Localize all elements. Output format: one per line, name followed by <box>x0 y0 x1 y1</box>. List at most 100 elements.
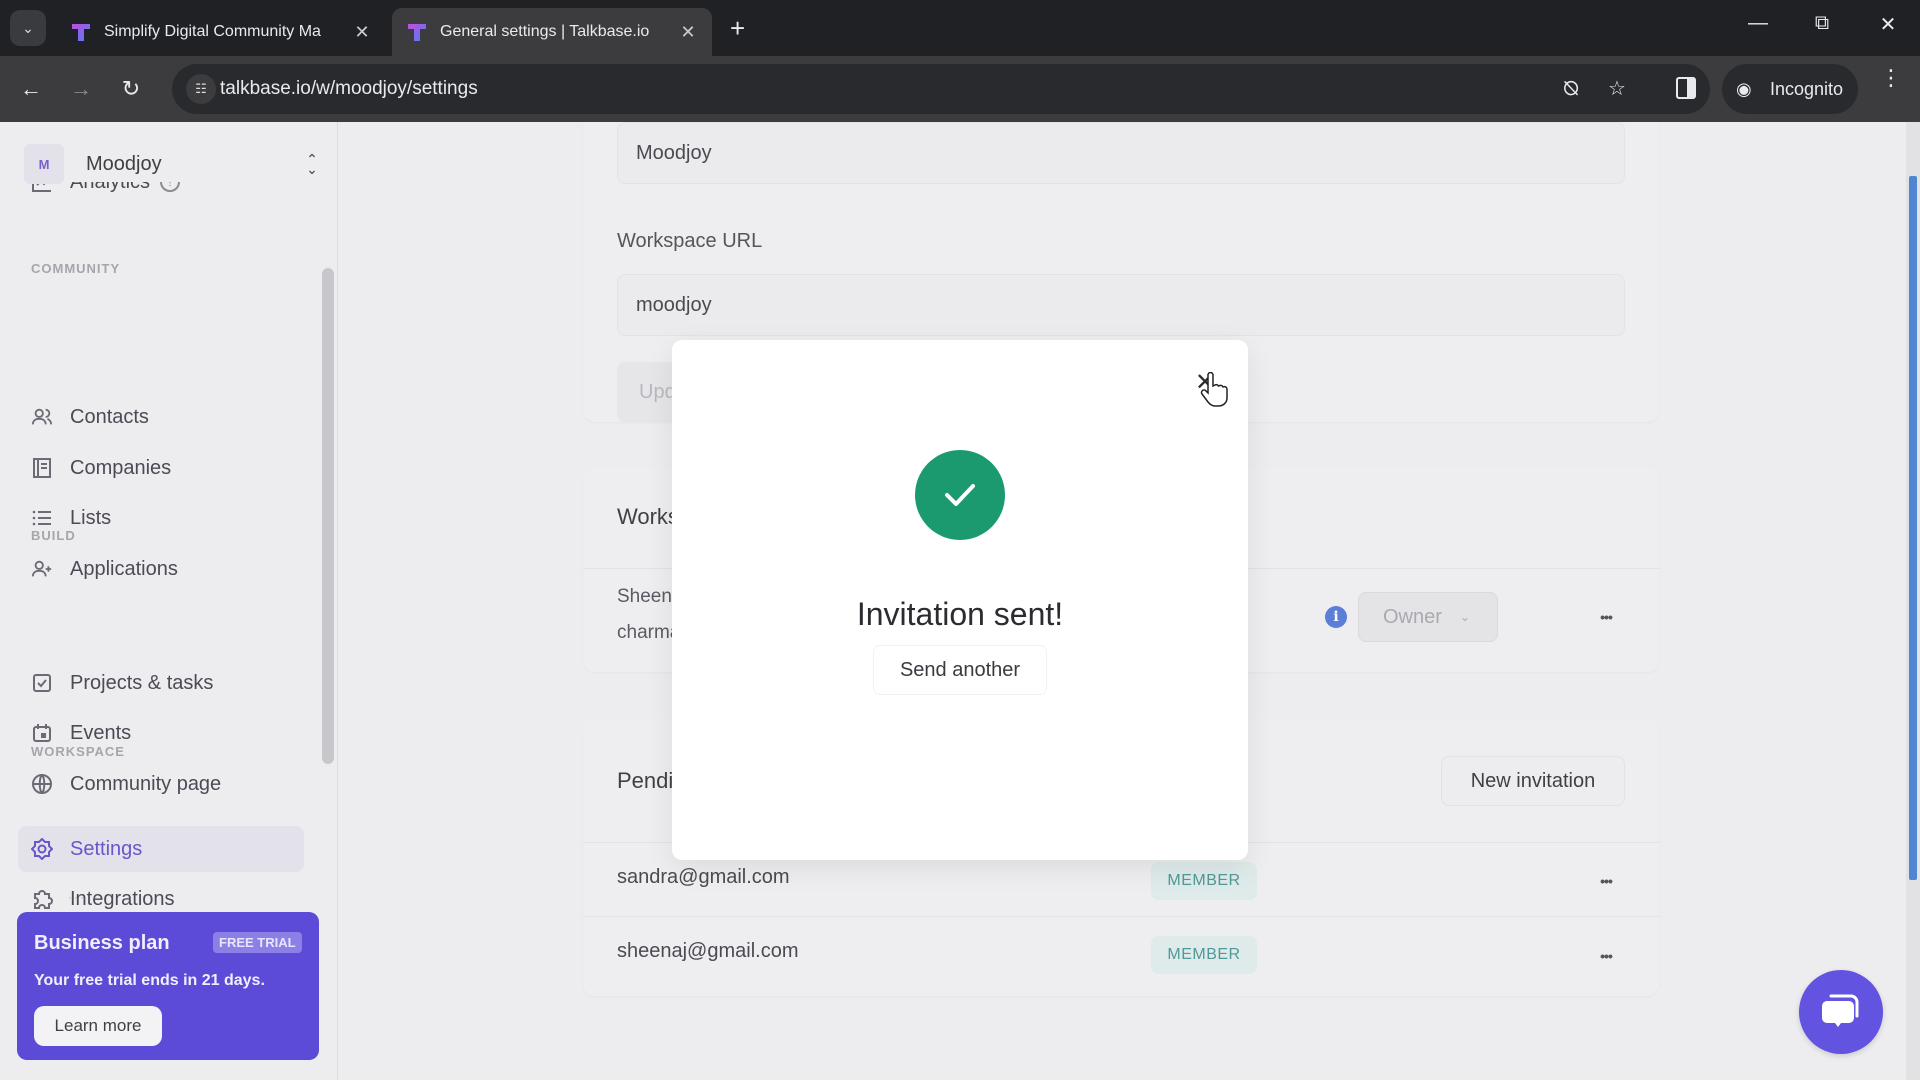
invite-email: sandra@gmail.com <box>617 866 790 888</box>
close-tab-icon[interactable]: ✕ <box>352 22 372 43</box>
section-label-build: BUILD <box>31 528 76 543</box>
tab-list-button[interactable]: ⌄ <box>10 10 46 46</box>
page-scrollbar[interactable] <box>1909 176 1917 880</box>
sidebar-item-community-page[interactable]: Community page <box>18 761 304 807</box>
invite-more-button[interactable]: ••• <box>1588 863 1624 899</box>
sidebar-item-companies[interactable]: Companies <box>18 445 304 491</box>
info-icon[interactable]: i <box>1325 606 1347 628</box>
plan-title: Business plan <box>34 932 170 954</box>
sidebar-item-label: Community page <box>70 772 222 795</box>
section-label-community: COMMUNITY <box>31 261 121 276</box>
workspace-url-label: Workspace URL <box>617 230 763 252</box>
list-icon <box>30 506 54 530</box>
sidebar-item-settings[interactable]: Settings <box>18 826 304 872</box>
forward-button[interactable]: → <box>64 72 98 106</box>
building-icon <box>30 456 54 480</box>
member-more-button[interactable]: ••• <box>1588 599 1624 635</box>
page: Analytics ! M Moodjoy ⌃⌄ COMMUNITY Conta… <box>0 122 1920 1080</box>
sidebar: Analytics ! M Moodjoy ⌃⌄ COMMUNITY Conta… <box>0 122 338 1080</box>
chevron-up-down-icon: ⌃ ⌄ <box>306 151 318 177</box>
workspace-url-input[interactable]: moodjoy <box>617 274 1625 336</box>
workspace-switcher[interactable]: M Moodjoy ⌃ ⌄ <box>24 142 324 186</box>
business-plan-card: Business plan FREE TRIAL Your free trial… <box>17 912 319 1060</box>
sidebar-item-projects[interactable]: Projects & tasks <box>18 660 304 706</box>
sidebar-item-label: Events <box>70 721 132 744</box>
sidebar-item-label: Settings <box>70 837 143 860</box>
eye-off-icon[interactable]: ⦰ <box>1558 76 1584 102</box>
more-horizontal-icon: ••• <box>1600 873 1613 889</box>
incognito-icon: ◉ <box>1736 78 1752 99</box>
workspace-name-input[interactable]: Moodjoy <box>617 122 1625 184</box>
reload-icon: ↻ <box>121 76 141 101</box>
chat-widget-button[interactable] <box>1799 970 1883 1054</box>
role-badge: MEMBER <box>1151 936 1257 974</box>
incognito-label: Incognito <box>1770 78 1844 99</box>
more-horizontal-icon: ••• <box>1600 948 1613 964</box>
role-value: Owner <box>1383 605 1442 628</box>
globe-icon <box>30 772 54 796</box>
role-badge: MEMBER <box>1151 862 1257 900</box>
plus-icon: + <box>730 13 746 43</box>
sidebar-item-label: Projects & tasks <box>70 671 214 694</box>
sidebar-item-label: Applications <box>70 557 178 580</box>
new-tab-button[interactable]: + <box>730 14 745 42</box>
sidebar-item-label: Lists <box>70 506 112 529</box>
sidebar-item-applications[interactable]: Applications <box>18 546 304 592</box>
section-label-workspace: WORKSPACE <box>31 744 125 759</box>
arrow-right-icon: → <box>70 76 92 101</box>
invite-email: sheenaj@gmail.com <box>617 940 799 962</box>
browser-tab-bar: ⌄ Simplify Digital Community Ma ✕ Genera… <box>0 0 1920 56</box>
side-panel-icon[interactable] <box>1676 77 1696 99</box>
invite-more-button[interactable]: ••• <box>1588 938 1624 974</box>
kebab-icon[interactable]: ⋮ <box>1880 67 1902 89</box>
site-info-icon[interactable]: ☷ <box>186 74 216 104</box>
chevron-down-icon: ⌄ <box>1459 610 1470 624</box>
address-bar[interactable]: ☷ talkbase.io/w/moodjoy/settings ⦰ ☆ <box>172 64 1710 114</box>
free-trial-badge: FREE TRIAL <box>213 932 302 953</box>
calendar-icon <box>30 721 54 745</box>
arrow-left-icon: ← <box>20 76 42 101</box>
user-plus-icon <box>30 557 54 581</box>
puzzle-icon <box>30 887 54 911</box>
contacts-icon <box>30 405 54 429</box>
incognito-indicator[interactable]: ◉ Incognito <box>1722 64 1858 114</box>
role-select[interactable]: Owner ⌄ <box>1358 592 1498 642</box>
modal-title: Invitation sent! <box>856 596 1064 632</box>
browser-tab[interactable]: Simplify Digital Community Ma ✕ <box>56 8 386 56</box>
sidebar-item-analytics[interactable]: Analytics ! <box>30 182 290 210</box>
sidebar-item-label: Companies <box>70 456 172 479</box>
workspace-avatar: M <box>24 144 64 184</box>
talkbase-favicon-icon <box>72 24 90 41</box>
success-check-icon <box>915 450 1005 540</box>
back-button[interactable]: ← <box>14 72 48 106</box>
workspace-name: Moodjoy <box>86 152 162 175</box>
gear-icon <box>30 837 54 861</box>
invitation-sent-modal: ✕ Invitation sent! Send another <box>672 340 1248 860</box>
tab-title: Simplify Digital Community Ma <box>104 23 321 40</box>
more-horizontal-icon: ••• <box>1600 609 1613 625</box>
close-window-button[interactable]: ✕ <box>1868 12 1908 37</box>
browser-toolbar: ← → ↻ ☷ talkbase.io/w/moodjoy/settings ⦰… <box>0 56 1920 122</box>
new-invitation-button[interactable]: New invitation <box>1441 756 1625 806</box>
browser-tab-active[interactable]: General settings | Talkbase.io ✕ <box>392 8 712 56</box>
reload-button[interactable]: ↻ <box>114 72 148 106</box>
talkbase-favicon-icon <box>408 24 426 41</box>
divider <box>583 916 1659 917</box>
send-another-button[interactable]: Send another <box>874 646 1046 694</box>
plan-trial-text: Your free trial ends in 21 days. <box>34 972 265 989</box>
sidebar-item-contacts[interactable]: Contacts <box>18 394 304 440</box>
minimize-button[interactable]: — <box>1738 12 1778 35</box>
restore-button[interactable]: ⧉ <box>1802 12 1842 35</box>
url-text[interactable]: talkbase.io/w/moodjoy/settings <box>220 78 478 100</box>
chevron-down-icon: ⌄ <box>22 19 34 36</box>
hand-cursor-icon <box>1200 372 1228 407</box>
sidebar-item-partial: ··· · <box>68 890 98 904</box>
close-tab-icon[interactable]: ✕ <box>678 22 698 43</box>
sidebar-item-label: Contacts <box>70 405 149 428</box>
tab-title: General settings | Talkbase.io <box>440 23 650 40</box>
chat-bubble-icon <box>1822 994 1859 1027</box>
learn-more-button[interactable]: Learn more <box>34 1006 162 1046</box>
star-icon[interactable]: ☆ <box>1604 76 1630 102</box>
sidebar-scrollbar[interactable] <box>322 268 334 764</box>
checkbox-icon <box>30 671 54 695</box>
